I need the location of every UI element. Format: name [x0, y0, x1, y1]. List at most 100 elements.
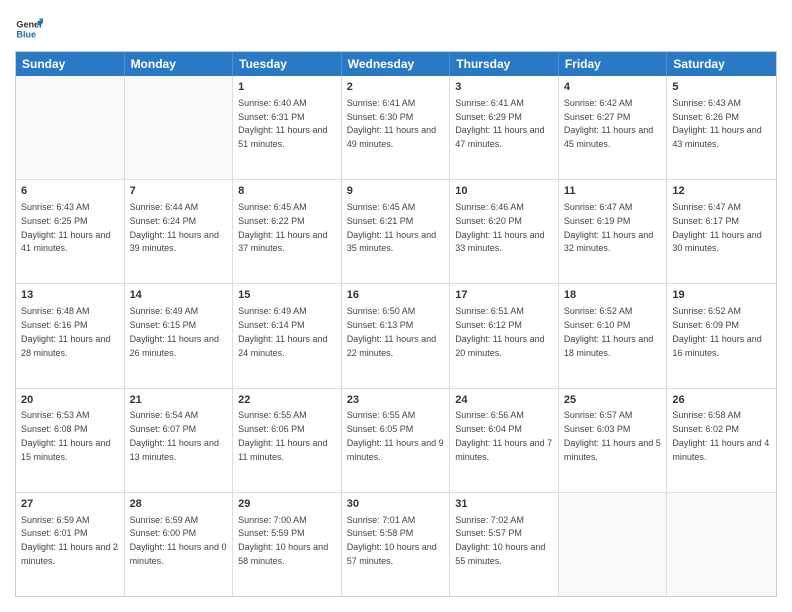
day-number: 20 [21, 393, 119, 408]
cal-cell-20: 20 Sunrise: 6:53 AMSunset: 6:08 PMDayligh… [16, 389, 125, 492]
day-number: 14 [130, 288, 228, 303]
week-row-0: 1Sunrise: 6:40 AMSunset: 6:31 PMDaylight… [16, 76, 776, 179]
header-day-saturday: Saturday [667, 52, 776, 76]
cal-cell-empty-4-5 [559, 493, 668, 596]
cal-cell-26: 26 Sunrise: 6:58 AMSunset: 6:02 PMDayligh… [667, 389, 776, 492]
day-number: 2 [347, 80, 445, 95]
cal-cell-15: 15 Sunrise: 6:49 AMSunset: 6:14 PMDayligh… [233, 284, 342, 387]
header-day-wednesday: Wednesday [342, 52, 451, 76]
day-number: 24 [455, 393, 553, 408]
day-number: 5 [672, 80, 771, 95]
cell-info: Sunrise: 6:43 AMSunset: 6:25 PMDaylight:… [21, 202, 110, 253]
day-number: 12 [672, 184, 771, 199]
cell-info: Sunrise: 6:56 AMSunset: 6:04 PMDaylight:… [455, 410, 552, 461]
day-number: 4 [564, 80, 662, 95]
cell-info: Sunrise: 6:46 AMSunset: 6:20 PMDaylight:… [455, 202, 544, 253]
cell-info: Sunrise: 7:01 AMSunset: 5:58 PMDaylight:… [347, 515, 437, 566]
day-number: 8 [238, 184, 336, 199]
day-number: 21 [130, 393, 228, 408]
day-number: 17 [455, 288, 553, 303]
cal-cell-empty-0-1 [125, 76, 234, 179]
day-number: 25 [564, 393, 662, 408]
cell-info: Sunrise: 6:42 AMSunset: 6:27 PMDaylight:… [564, 98, 653, 149]
cal-cell-7: 7 Sunrise: 6:44 AMSunset: 6:24 PMDaylight… [125, 180, 234, 283]
cell-info: Sunrise: 6:41 AMSunset: 6:29 PMDaylight:… [455, 98, 544, 149]
cal-cell-10: 10 Sunrise: 6:46 AMSunset: 6:20 PMDayligh… [450, 180, 559, 283]
header: General Blue [15, 15, 777, 43]
calendar: SundayMondayTuesdayWednesdayThursdayFrid… [15, 51, 777, 597]
header-day-tuesday: Tuesday [233, 52, 342, 76]
cal-cell-12: 12 Sunrise: 6:47 AMSunset: 6:17 PMDayligh… [667, 180, 776, 283]
day-number: 19 [672, 288, 771, 303]
day-number: 11 [564, 184, 662, 199]
cal-cell-5: 5Sunrise: 6:43 AMSunset: 6:26 PMDaylight… [667, 76, 776, 179]
header-day-thursday: Thursday [450, 52, 559, 76]
day-number: 16 [347, 288, 445, 303]
day-number: 29 [238, 497, 336, 512]
cell-info: Sunrise: 7:02 AMSunset: 5:57 PMDaylight:… [455, 515, 545, 566]
cell-info: Sunrise: 6:55 AMSunset: 6:05 PMDaylight:… [347, 410, 444, 461]
cell-info: Sunrise: 6:59 AMSunset: 6:01 PMDaylight:… [21, 515, 118, 566]
day-number: 6 [21, 184, 119, 199]
day-number: 13 [21, 288, 119, 303]
day-number: 15 [238, 288, 336, 303]
cal-cell-empty-0-0 [16, 76, 125, 179]
cal-cell-empty-4-6 [667, 493, 776, 596]
cal-cell-21: 21Sunrise: 6:54 AMSunset: 6:07 PMDayligh… [125, 389, 234, 492]
cal-cell-1: 1Sunrise: 6:40 AMSunset: 6:31 PMDaylight… [233, 76, 342, 179]
cell-info: Sunrise: 6:48 AMSunset: 6:16 PMDaylight:… [21, 306, 110, 357]
cell-info: Sunrise: 6:41 AMSunset: 6:30 PMDaylight:… [347, 98, 436, 149]
cell-info: Sunrise: 6:49 AMSunset: 6:14 PMDaylight:… [238, 306, 327, 357]
cal-cell-24: 24 Sunrise: 6:56 AMSunset: 6:04 PMDayligh… [450, 389, 559, 492]
cal-cell-23: 23Sunrise: 6:55 AMSunset: 6:05 PMDayligh… [342, 389, 451, 492]
cell-info: Sunrise: 6:49 AMSunset: 6:15 PMDaylight:… [130, 306, 219, 357]
cell-info: Sunrise: 6:45 AMSunset: 6:22 PMDaylight:… [238, 202, 327, 253]
cal-cell-29: 29Sunrise: 7:00 AMSunset: 5:59 PMDayligh… [233, 493, 342, 596]
cal-cell-6: 6 Sunrise: 6:43 AMSunset: 6:25 PMDaylight… [16, 180, 125, 283]
week-row-4: 27 Sunrise: 6:59 AMSunset: 6:01 PMDayligh… [16, 492, 776, 596]
cal-cell-3: 3Sunrise: 6:41 AMSunset: 6:29 PMDaylight… [450, 76, 559, 179]
cell-info: Sunrise: 6:52 AMSunset: 6:09 PMDaylight:… [672, 306, 761, 357]
cell-info: Sunrise: 6:55 AMSunset: 6:06 PMDaylight:… [238, 410, 327, 461]
cal-cell-14: 14 Sunrise: 6:49 AMSunset: 6:15 PMDayligh… [125, 284, 234, 387]
day-number: 22 [238, 393, 336, 408]
cal-cell-9: 9Sunrise: 6:45 AMSunset: 6:21 PMDaylight… [342, 180, 451, 283]
cal-cell-28: 28 Sunrise: 6:59 AMSunset: 6:00 PMDayligh… [125, 493, 234, 596]
day-number: 7 [130, 184, 228, 199]
cal-cell-27: 27 Sunrise: 6:59 AMSunset: 6:01 PMDayligh… [16, 493, 125, 596]
calendar-body: 1Sunrise: 6:40 AMSunset: 6:31 PMDaylight… [16, 76, 776, 596]
day-number: 31 [455, 497, 553, 512]
cal-cell-4: 4 Sunrise: 6:42 AMSunset: 6:27 PMDaylight… [559, 76, 668, 179]
cal-cell-2: 2 Sunrise: 6:41 AMSunset: 6:30 PMDaylight… [342, 76, 451, 179]
day-number: 26 [672, 393, 771, 408]
cell-info: Sunrise: 6:58 AMSunset: 6:02 PMDaylight:… [672, 410, 769, 461]
cal-cell-11: 11 Sunrise: 6:47 AMSunset: 6:19 PMDayligh… [559, 180, 668, 283]
cal-cell-22: 22 Sunrise: 6:55 AMSunset: 6:06 PMDayligh… [233, 389, 342, 492]
cell-info: Sunrise: 6:45 AMSunset: 6:21 PMDaylight:… [347, 202, 436, 253]
calendar-header: SundayMondayTuesdayWednesdayThursdayFrid… [16, 52, 776, 76]
cal-cell-13: 13 Sunrise: 6:48 AMSunset: 6:16 PMDayligh… [16, 284, 125, 387]
logo: General Blue [15, 15, 47, 43]
cell-info: Sunrise: 6:50 AMSunset: 6:13 PMDaylight:… [347, 306, 436, 357]
cell-info: Sunrise: 6:44 AMSunset: 6:24 PMDaylight:… [130, 202, 219, 253]
cal-cell-8: 8 Sunrise: 6:45 AMSunset: 6:22 PMDaylight… [233, 180, 342, 283]
cell-info: Sunrise: 6:52 AMSunset: 6:10 PMDaylight:… [564, 306, 653, 357]
cell-info: Sunrise: 6:59 AMSunset: 6:00 PMDaylight:… [130, 515, 227, 566]
week-row-3: 20 Sunrise: 6:53 AMSunset: 6:08 PMDayligh… [16, 388, 776, 492]
week-row-1: 6 Sunrise: 6:43 AMSunset: 6:25 PMDaylight… [16, 179, 776, 283]
cell-info: Sunrise: 6:47 AMSunset: 6:19 PMDaylight:… [564, 202, 653, 253]
day-number: 18 [564, 288, 662, 303]
svg-text:Blue: Blue [16, 29, 36, 39]
cal-cell-17: 17 Sunrise: 6:51 AMSunset: 6:12 PMDayligh… [450, 284, 559, 387]
cell-info: Sunrise: 6:53 AMSunset: 6:08 PMDaylight:… [21, 410, 110, 461]
cal-cell-25: 25 Sunrise: 6:57 AMSunset: 6:03 PMDayligh… [559, 389, 668, 492]
cell-info: Sunrise: 6:57 AMSunset: 6:03 PMDaylight:… [564, 410, 661, 461]
header-day-sunday: Sunday [16, 52, 125, 76]
cell-info: Sunrise: 6:47 AMSunset: 6:17 PMDaylight:… [672, 202, 761, 253]
day-number: 10 [455, 184, 553, 199]
day-number: 1 [238, 80, 336, 95]
cell-info: Sunrise: 6:51 AMSunset: 6:12 PMDaylight:… [455, 306, 544, 357]
cal-cell-30: 30Sunrise: 7:01 AMSunset: 5:58 PMDayligh… [342, 493, 451, 596]
day-number: 28 [130, 497, 228, 512]
day-number: 27 [21, 497, 119, 512]
